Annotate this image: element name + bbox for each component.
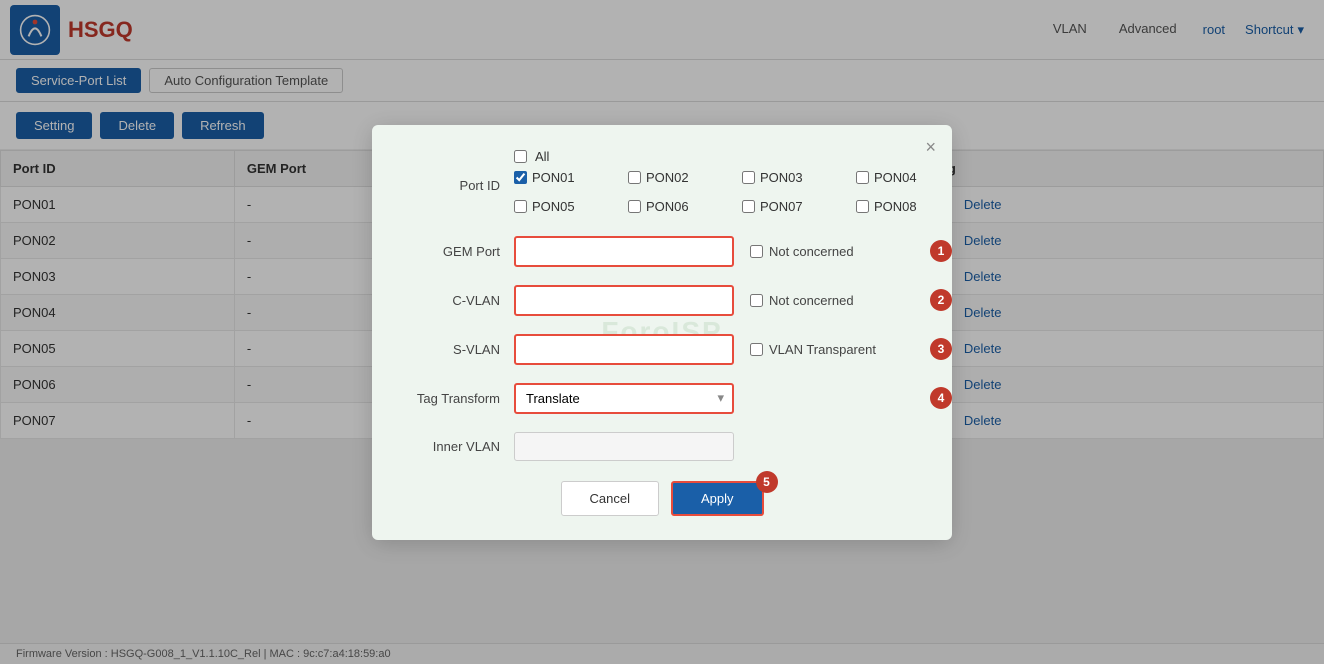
step-badge-2: 2 — [930, 289, 952, 311]
svlan-row: S-VLAN 900 VLAN Transparent 3 — [404, 334, 920, 365]
modal-overlay: ForoISP × Port ID All PON01 PON02 — [0, 0, 1324, 664]
port-id-row: Port ID All PON01 PON02 PON03 — [404, 149, 920, 222]
inner-vlan-input[interactable] — [514, 432, 734, 461]
inner-vlan-label: Inner VLAN — [404, 439, 514, 454]
gem-port-not-concerned[interactable]: Not concerned — [750, 244, 854, 259]
modal-footer: Cancel Apply 5 — [404, 481, 920, 516]
cvlan-row: C-VLAN 900 Not concerned 2 — [404, 285, 920, 316]
modal-close-button[interactable]: × — [925, 137, 936, 158]
gem-port-label: GEM Port — [404, 244, 514, 259]
port-row-2: PON05 PON06 PON07 PON08 — [514, 199, 946, 214]
pon04-check[interactable]: PON04 — [856, 170, 946, 185]
tag-transform-select[interactable]: Translate Add Remove Transparent — [514, 383, 734, 414]
cvlan-input[interactable]: 900 — [514, 285, 734, 316]
all-label: All — [535, 149, 549, 164]
step-badge-5: 5 — [756, 471, 778, 493]
svlan-input[interactable]: 900 — [514, 334, 734, 365]
gem-port-input[interactable]: 1 — [514, 236, 734, 267]
modal: ForoISP × Port ID All PON01 PON02 — [372, 125, 952, 540]
gem-port-row: GEM Port 1 Not concerned 1 — [404, 236, 920, 267]
all-checkbox[interactable] — [514, 150, 527, 163]
step-badge-1: 1 — [930, 240, 952, 262]
port-id-label: Port ID — [404, 178, 514, 193]
cvlan-label: C-VLAN — [404, 293, 514, 308]
pon01-check[interactable]: PON01 — [514, 170, 604, 185]
step-badge-3: 3 — [930, 338, 952, 360]
tag-transform-select-wrapper: Translate Add Remove Transparent — [514, 383, 734, 414]
pon05-check[interactable]: PON05 — [514, 199, 604, 214]
apply-button[interactable]: Apply — [671, 481, 764, 516]
step-badge-4: 4 — [930, 387, 952, 409]
tag-transform-label: Tag Transform — [404, 391, 514, 406]
pon06-check[interactable]: PON06 — [628, 199, 718, 214]
cvlan-not-concerned[interactable]: Not concerned — [750, 293, 854, 308]
svlan-transparent[interactable]: VLAN Transparent — [750, 342, 876, 357]
pon02-check[interactable]: PON02 — [628, 170, 718, 185]
inner-vlan-row: Inner VLAN — [404, 432, 920, 461]
tag-transform-row: Tag Transform Translate Add Remove Trans… — [404, 383, 920, 414]
cancel-button[interactable]: Cancel — [561, 481, 659, 516]
pon07-check[interactable]: PON07 — [742, 199, 832, 214]
pon03-check[interactable]: PON03 — [742, 170, 832, 185]
pon08-check[interactable]: PON08 — [856, 199, 946, 214]
svlan-label: S-VLAN — [404, 342, 514, 357]
port-row-1: PON01 PON02 PON03 PON04 — [514, 170, 946, 185]
